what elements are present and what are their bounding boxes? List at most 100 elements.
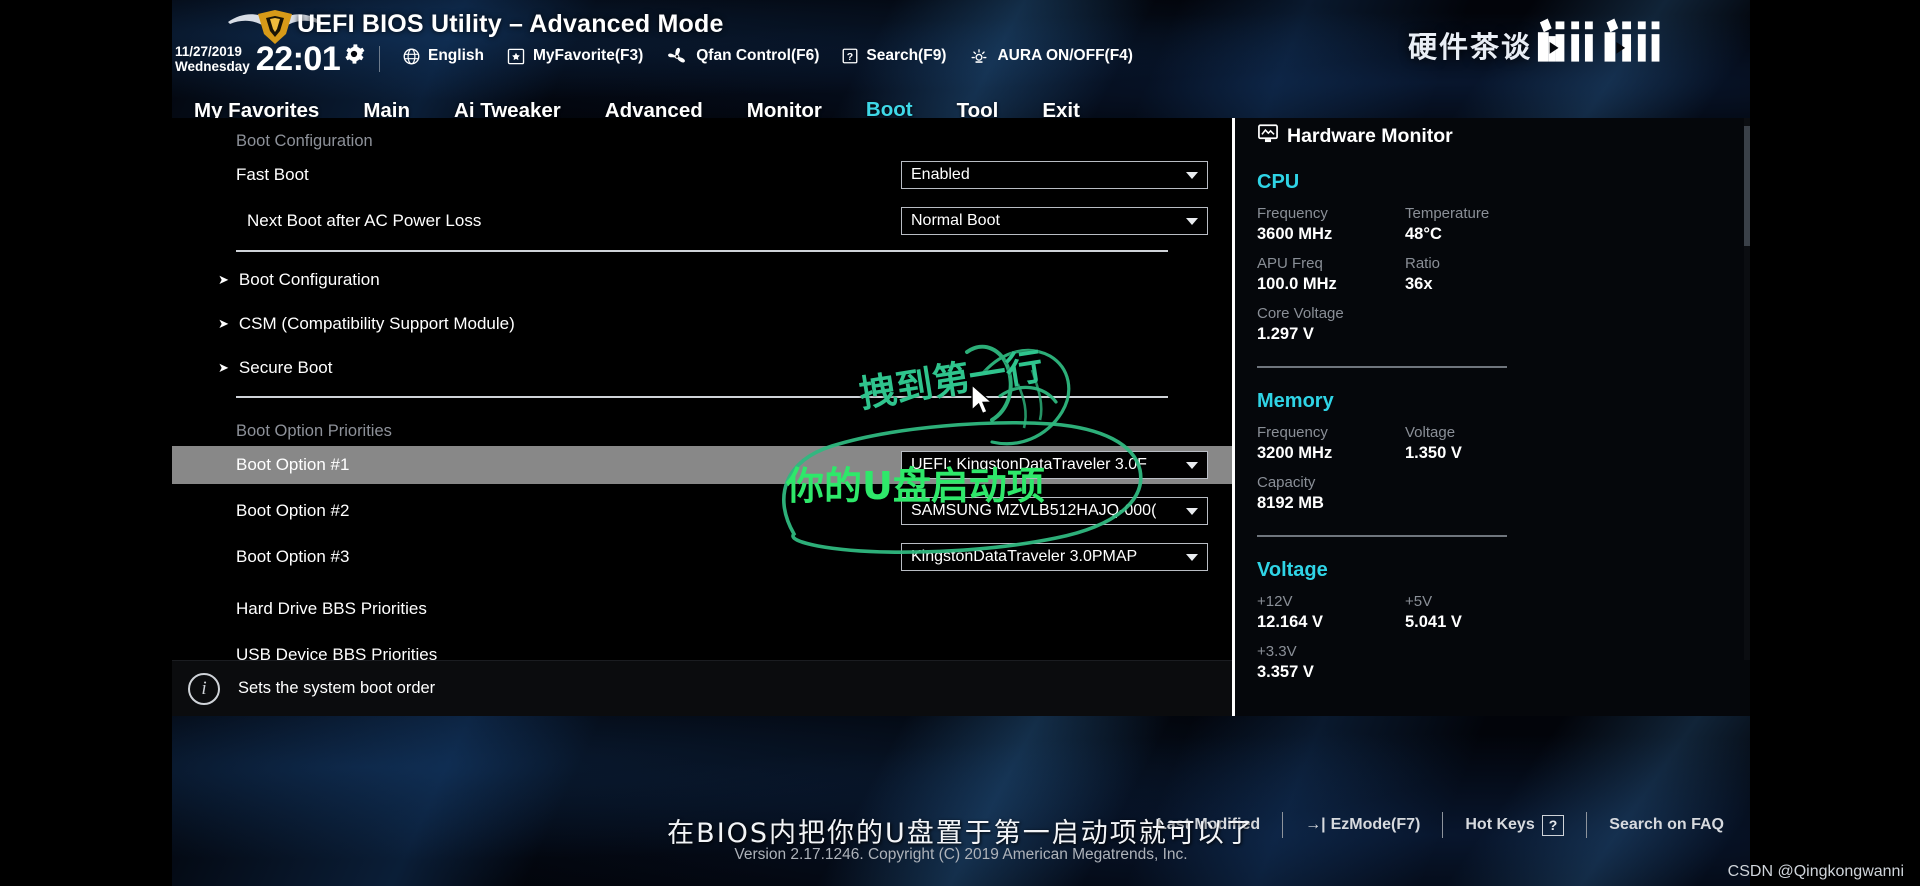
settings-scroll-area[interactable]: Boot Configuration Fast Boot Enabled Nex… [172, 118, 1232, 660]
submenu-secure-boot[interactable]: ➤ Secure Boot [172, 350, 1232, 386]
row-fast-boot[interactable]: Fast Boot Enabled [172, 156, 1232, 194]
scrollbar-thumb[interactable] [1744, 126, 1750, 246]
date-text: 11/27/2019 [175, 44, 242, 59]
info-icon: i [188, 672, 220, 705]
hwm-key: Frequency [1257, 205, 1328, 222]
letterbox-left [0, 0, 172, 886]
chevron-down-icon [1186, 461, 1198, 469]
chevron-right-icon: ➤ [218, 360, 229, 375]
divider [1257, 535, 1507, 537]
aura-light-icon [968, 47, 990, 66]
hwm-voltage-row-2: +3.3V 3.357 V [1257, 643, 1750, 682]
svg-text:?: ? [847, 51, 853, 63]
myfavorite-label: MyFavorite(F3) [532, 47, 644, 64]
monitor-icon [1257, 124, 1279, 149]
bilibili-logo [1537, 18, 1660, 62]
hwm-cpu-row-3: Core Voltage 1.297 V [1257, 305, 1750, 344]
watermark: CSDN @Qingkongwanni [1727, 863, 1904, 880]
hwm-value: 1.297 V [1257, 325, 1314, 343]
myfavorite-button[interactable]: MyFavorite(F3) [506, 47, 643, 66]
clock-text: 22:01 [255, 40, 341, 78]
datetime-block: 11/27/2019 Wednesday 22:01 [175, 42, 394, 76]
submenu-secure-boot-label: Secure Boot [238, 358, 333, 377]
hwm-key: Core Voltage [1257, 305, 1344, 322]
hwm-key: +5V [1405, 593, 1433, 610]
search-button[interactable]: ? Search(F9) [841, 47, 946, 65]
hwm-value: 48°C [1405, 225, 1442, 243]
boot-option-3-dropdown[interactable]: KingstonDataTraveler 3.0PMAP [901, 543, 1208, 571]
aura-label: AURA ON/OFF(F4) [997, 47, 1133, 64]
hwm-metric-ratio: Ratio 36x [1405, 255, 1553, 294]
aura-button[interactable]: AURA ON/OFF(F4) [968, 47, 1133, 66]
chevron-down-icon [1186, 553, 1198, 561]
header-divider [379, 46, 381, 72]
hwm-group-memory-title: Memory [1257, 390, 1334, 412]
submenu-boot-configuration-label: Boot Configuration [238, 270, 380, 289]
bios-footer: Last Modified →| EzMode(F7) Hot Keys ? S… [172, 716, 1750, 886]
bios-window: UEFI BIOS Utility – Advanced Mode 11/27/… [172, 0, 1750, 886]
weekday-text: Wednesday [175, 59, 250, 74]
chevron-down-icon [1186, 217, 1198, 225]
hwm-key: Voltage [1405, 424, 1456, 441]
hwm-cpu-row-1: Frequency 3600 MHz Temperature 48°C [1257, 205, 1750, 244]
submenu-csm-label: CSM (Compatibility Support Module) [238, 314, 515, 333]
section-header-boot-configuration: Boot Configuration [236, 132, 373, 150]
screenshot-root: UEFI BIOS Utility – Advanced Mode 11/27/… [0, 0, 1920, 886]
boot-option-1-label: Boot Option #1 [236, 455, 350, 474]
hwm-value: 8192 MB [1257, 494, 1324, 512]
language-label: English [428, 47, 484, 64]
hardware-monitor-panel: Hardware Monitor CPU Frequency 3600 MHz … [1232, 118, 1750, 681]
hwm-metric-core-voltage: Core Voltage 1.297 V [1257, 305, 1405, 344]
hwm-key: Frequency [1257, 424, 1328, 441]
hwm-group-voltage-title: Voltage [1257, 559, 1328, 581]
hwm-metric-memory-frequency: Frequency 3200 MHz [1257, 424, 1405, 463]
hwm-value: 3600 MHz [1257, 225, 1333, 243]
submenu-csm[interactable]: ➤ CSM (Compatibility Support Module) [172, 306, 1232, 342]
hwm-metric-memory-capacity: Capacity 8192 MB [1257, 474, 1405, 513]
section-header-boot-option-priorities: Boot Option Priorities [236, 422, 392, 440]
qfan-control-label: Qfan Control(F6) [696, 47, 820, 64]
row-boot-option-2[interactable]: Boot Option #2 SAMSUNG MZVLB512HAJQ-000( [172, 492, 1232, 530]
row-usb-device-bbs-priorities[interactable]: USB Device BBS Priorities [172, 636, 1232, 660]
content-scrollbar[interactable] [1744, 118, 1750, 660]
chevron-down-icon [1186, 507, 1198, 515]
page-title: UEFI BIOS Utility – Advanced Mode [297, 10, 724, 38]
row-hard-drive-bbs-priorities[interactable]: Hard Drive BBS Priorities [172, 590, 1232, 628]
row-boot-option-3[interactable]: Boot Option #3 KingstonDataTraveler 3.0P… [172, 538, 1232, 576]
next-boot-dropdown[interactable]: Normal Boot [901, 207, 1208, 235]
fan-icon [665, 47, 689, 66]
submenu-boot-configuration[interactable]: ➤ Boot Configuration [172, 262, 1232, 298]
boot-option-2-value: SAMSUNG MZVLB512HAJQ-000( [911, 502, 1157, 519]
hwm-value: 1.350 V [1405, 444, 1462, 462]
fast-boot-dropdown[interactable]: Enabled [901, 161, 1208, 189]
hwm-metric-12v: +12V 12.164 V [1257, 593, 1405, 632]
settings-panel: Boot Configuration Fast Boot Enabled Nex… [172, 118, 1232, 660]
hwm-metric-5v: +5V 5.041 V [1405, 593, 1553, 632]
row-boot-option-1[interactable]: Boot Option #1 UEFI: KingstonDataTravele… [172, 446, 1232, 484]
usb-device-bbs-label: USB Device BBS Priorities [236, 645, 438, 660]
hwm-voltage-row-1: +12V 12.164 V +5V 5.041 V [1257, 593, 1750, 632]
hwm-cpu-row-2: APU Freq 100.0 MHz Ratio 36x [1257, 255, 1750, 294]
hwm-metric-cpu-frequency: Frequency 3600 MHz [1257, 205, 1405, 244]
language-button[interactable]: English [402, 47, 484, 66]
gear-icon[interactable] [343, 43, 365, 65]
chevron-right-icon: ➤ [218, 316, 229, 331]
hwm-memory-row-2: Capacity 8192 MB [1257, 474, 1750, 513]
next-boot-label: Next Boot after AC Power Loss [247, 211, 482, 230]
chevron-down-icon [1186, 171, 1198, 179]
next-boot-value: Normal Boot [911, 212, 1000, 229]
qfan-control-button[interactable]: Qfan Control(F6) [665, 47, 819, 66]
row-next-boot-after-ac-power-loss[interactable]: Next Boot after AC Power Loss Normal Boo… [172, 202, 1232, 240]
video-subtitle: 在BIOS内把你的U盘置于第一启动项就可以了 [667, 818, 1255, 849]
hwm-metric-memory-voltage: Voltage 1.350 V [1405, 424, 1553, 463]
fast-boot-label: Fast Boot [236, 165, 309, 184]
bios-body: Boot Configuration Fast Boot Enabled Nex… [172, 118, 1750, 681]
boot-option-2-dropdown[interactable]: SAMSUNG MZVLB512HAJQ-000( [901, 497, 1208, 525]
boot-option-1-dropdown[interactable]: UEFI: KingstonDataTraveler 3.0F [901, 451, 1208, 479]
